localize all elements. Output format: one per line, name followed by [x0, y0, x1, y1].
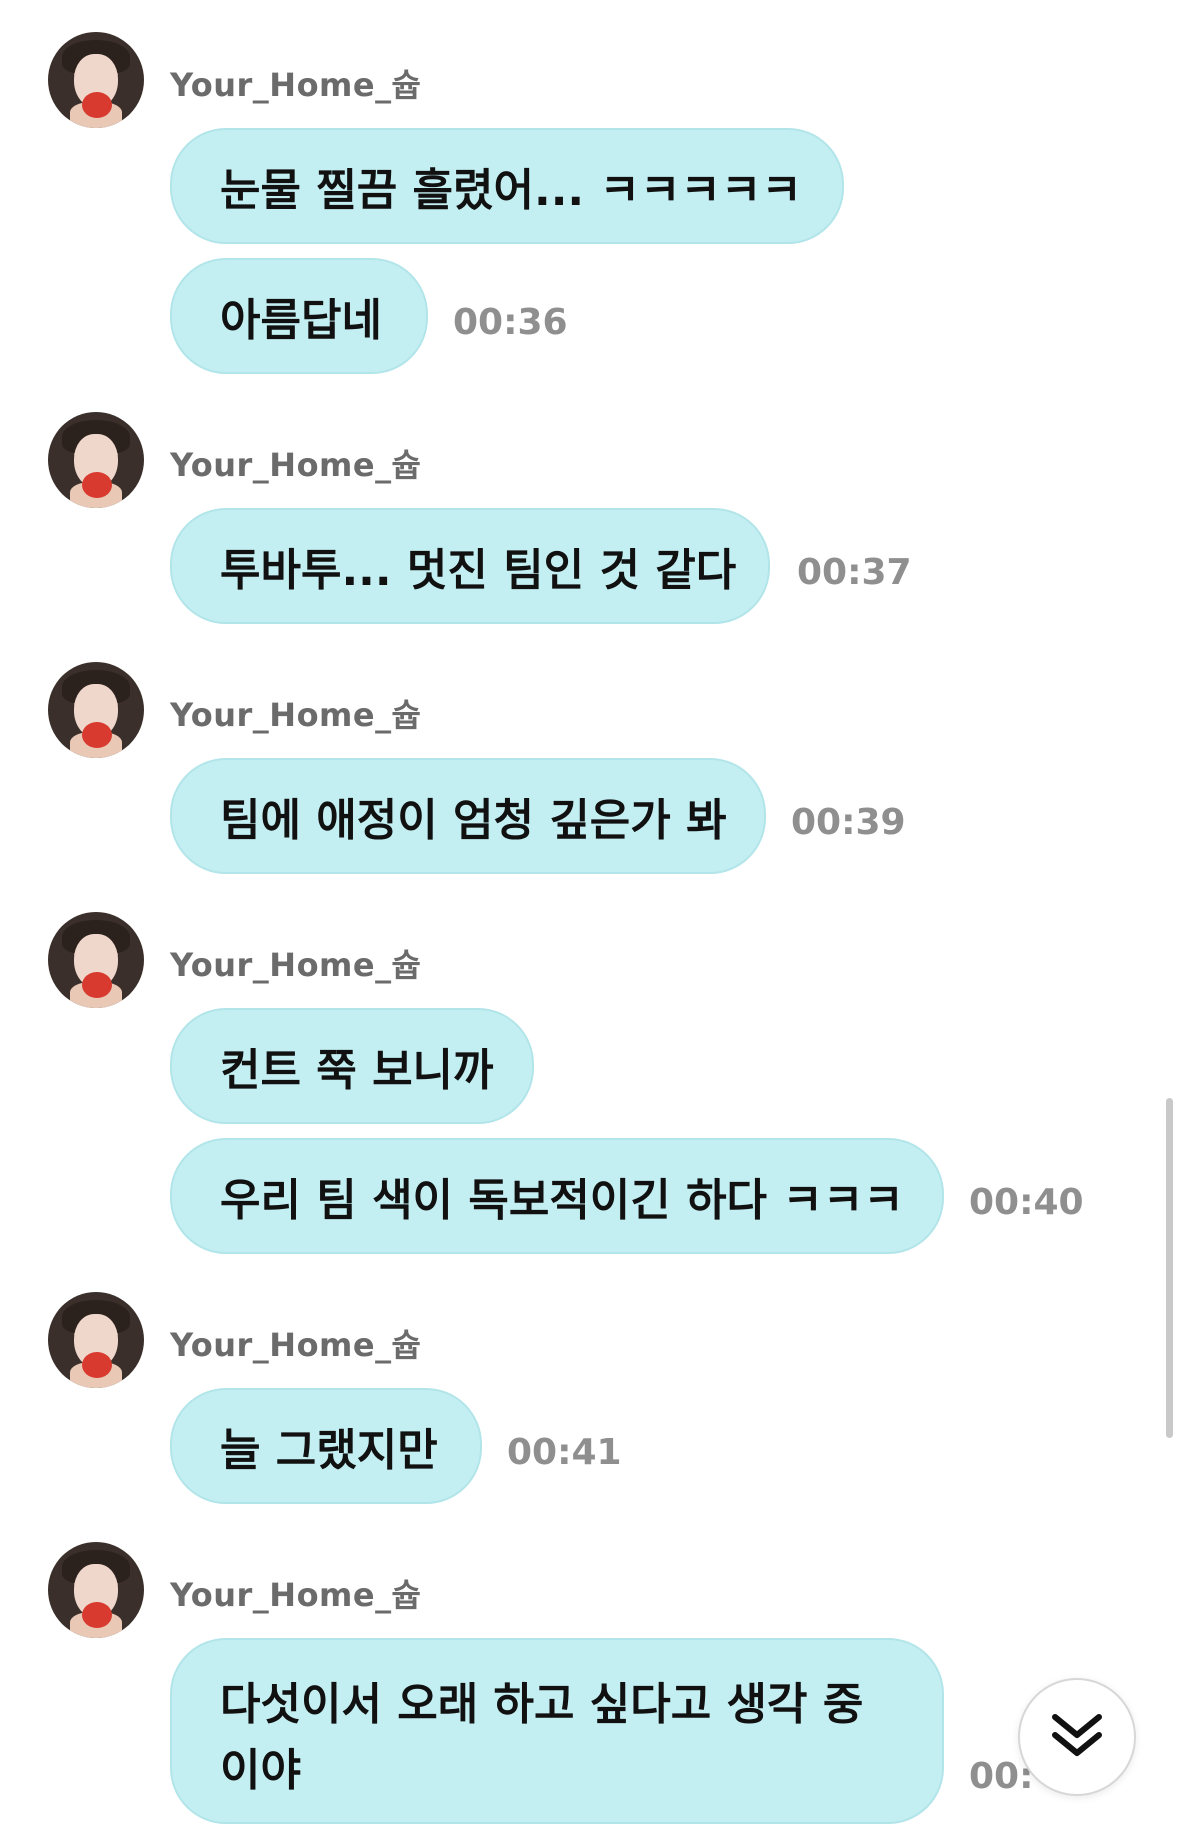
message-timestamp: 00:37 — [797, 552, 912, 593]
message-timestamp: 00:39 — [791, 802, 906, 843]
avatar[interactable] — [48, 1542, 144, 1638]
sender-name: Your_Home_슙 — [170, 446, 422, 484]
avatar[interactable] — [48, 1292, 144, 1388]
message-timestamp: 00:36 — [453, 302, 568, 343]
sender-name: Your_Home_슙 — [170, 1326, 422, 1364]
sender-name: Your_Home_슙 — [170, 946, 422, 984]
scroll-to-bottom-button[interactable] — [1018, 1678, 1136, 1796]
avatar[interactable] — [48, 32, 144, 128]
avatar[interactable] — [48, 412, 144, 508]
scrollbar[interactable] — [1166, 1098, 1173, 1438]
double-chevron-down-icon — [1051, 1711, 1103, 1763]
avatar[interactable] — [48, 912, 144, 1008]
message-bubble[interactable]: 눈물 찔끔 흘렸어... ㅋㅋㅋㅋㅋ — [170, 128, 844, 244]
sender-name: Your_Home_슙 — [170, 66, 422, 104]
message-bubble[interactable]: 다섯이서 오래 하고 싶다고 생각 중이야 — [170, 1638, 944, 1824]
message-bubble[interactable]: 늘 그랬지만 — [170, 1388, 482, 1504]
message-bubble[interactable]: 투바투... 멋진 팀인 것 같다 — [170, 508, 770, 624]
message-bubble[interactable]: 컨트 쭉 보니까 — [170, 1008, 534, 1124]
message-timestamp: 00:41 — [507, 1432, 622, 1473]
sender-name: Your_Home_슙 — [170, 696, 422, 734]
avatar[interactable] — [48, 662, 144, 758]
message-bubble[interactable]: 우리 팀 색이 독보적이긴 하다 ㅋㅋㅋ — [170, 1138, 944, 1254]
message-timestamp: 00:40 — [969, 1182, 1084, 1223]
message-bubble[interactable]: 팀에 애정이 엄청 깊은가 봐 — [170, 758, 766, 874]
message-bubble[interactable]: 아름답네 — [170, 258, 428, 374]
sender-name: Your_Home_슙 — [170, 1576, 422, 1614]
